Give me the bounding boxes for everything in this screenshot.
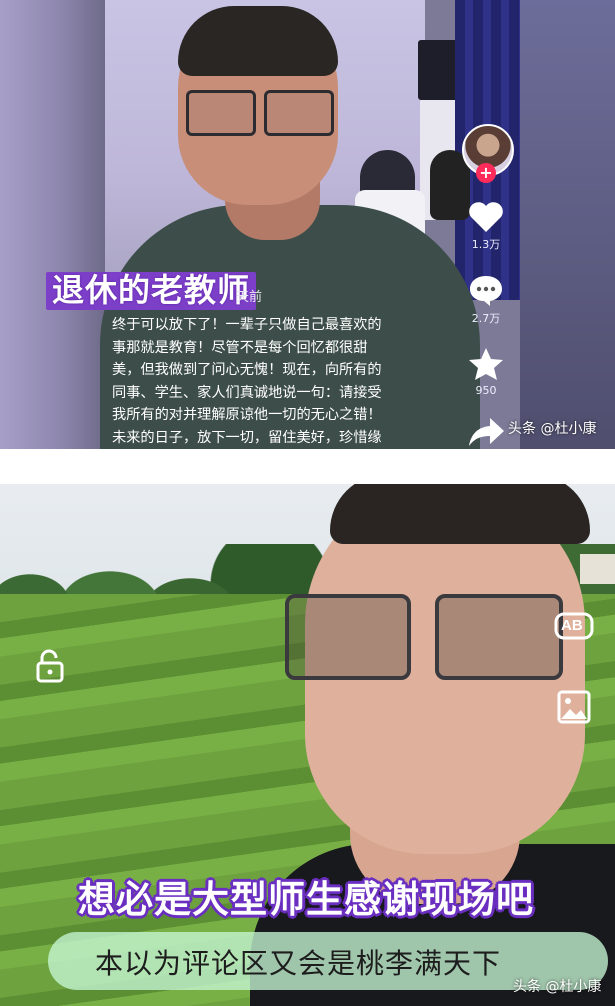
top-video-frame[interactable]: 退休的老教师 天前 终于可以放下了！一辈子只做自己最喜欢的 事那就是教育！尽管不…: [0, 0, 615, 449]
video-title-tag: 退休的老教师: [46, 272, 257, 310]
overlay-caption: 想必是大型师生感谢现场吧: [78, 878, 534, 921]
unlock-icon: [36, 649, 64, 683]
follow-button[interactable]: +: [476, 163, 496, 183]
background-wall-left: [0, 0, 105, 449]
bottom-video-frame[interactable]: AB 想必是大型师生感谢现场吧 本以为评论区又会是桃李满天下 头条 @杜小康: [0, 484, 615, 1006]
man-glasses: [285, 594, 580, 684]
toutiao-watermark: 头条 @杜小康: [508, 421, 597, 437]
comment-count: 2.7万: [471, 312, 501, 325]
comment-icon: [470, 276, 502, 306]
man-hair: [330, 484, 590, 544]
caption-line: 美，但我做到了问心无愧！现在，向所有的: [112, 362, 382, 378]
image-button[interactable]: [556, 689, 592, 729]
distant-house: [580, 554, 615, 584]
post-caption: 终于可以放下了！一辈子只做自己最喜欢的 事那就是教育！尽管不是每个回忆都很甜 美…: [112, 314, 424, 449]
ab-label: AB: [561, 617, 583, 634]
caption-line: 我所有的对并理解原谅他一切的无心之错！: [112, 407, 382, 423]
share-icon: [469, 418, 504, 446]
share-button[interactable]: [456, 414, 516, 448]
caption-line: 同事、学生、家人们真诚地说一句：请接受: [112, 384, 382, 401]
caption-line: 未来的日子，放下一切，留住美好，珍惜缘: [112, 429, 382, 446]
heart-icon: [469, 202, 503, 232]
man-glasses: [186, 90, 336, 136]
caption-line: 终于可以放下了！一辈子只做自己最喜欢的: [112, 317, 382, 333]
image-icon: [557, 690, 591, 724]
like-count: 1.3万: [471, 238, 501, 251]
man-hair: [178, 6, 338, 76]
favorite-button[interactable]: 950: [456, 346, 516, 397]
translate-button[interactable]: AB: [554, 612, 594, 646]
toutiao-watermark: 头条 @杜小康: [513, 979, 602, 995]
unlock-button[interactable]: [36, 649, 64, 687]
comment-button[interactable]: 2.7万: [456, 274, 516, 326]
like-button[interactable]: 1.3万: [456, 200, 516, 252]
subtitle-text: 本以为评论区又会是桃李满天下: [95, 947, 502, 980]
favorite-count: 950: [475, 384, 497, 397]
post-time: 天前: [236, 290, 263, 305]
star-icon: [469, 348, 503, 380]
caption-line: 事那就是教育！尽管不是每个回忆都很甜: [112, 339, 368, 356]
wall-speaker: [418, 40, 460, 100]
background-right: [520, 0, 615, 449]
